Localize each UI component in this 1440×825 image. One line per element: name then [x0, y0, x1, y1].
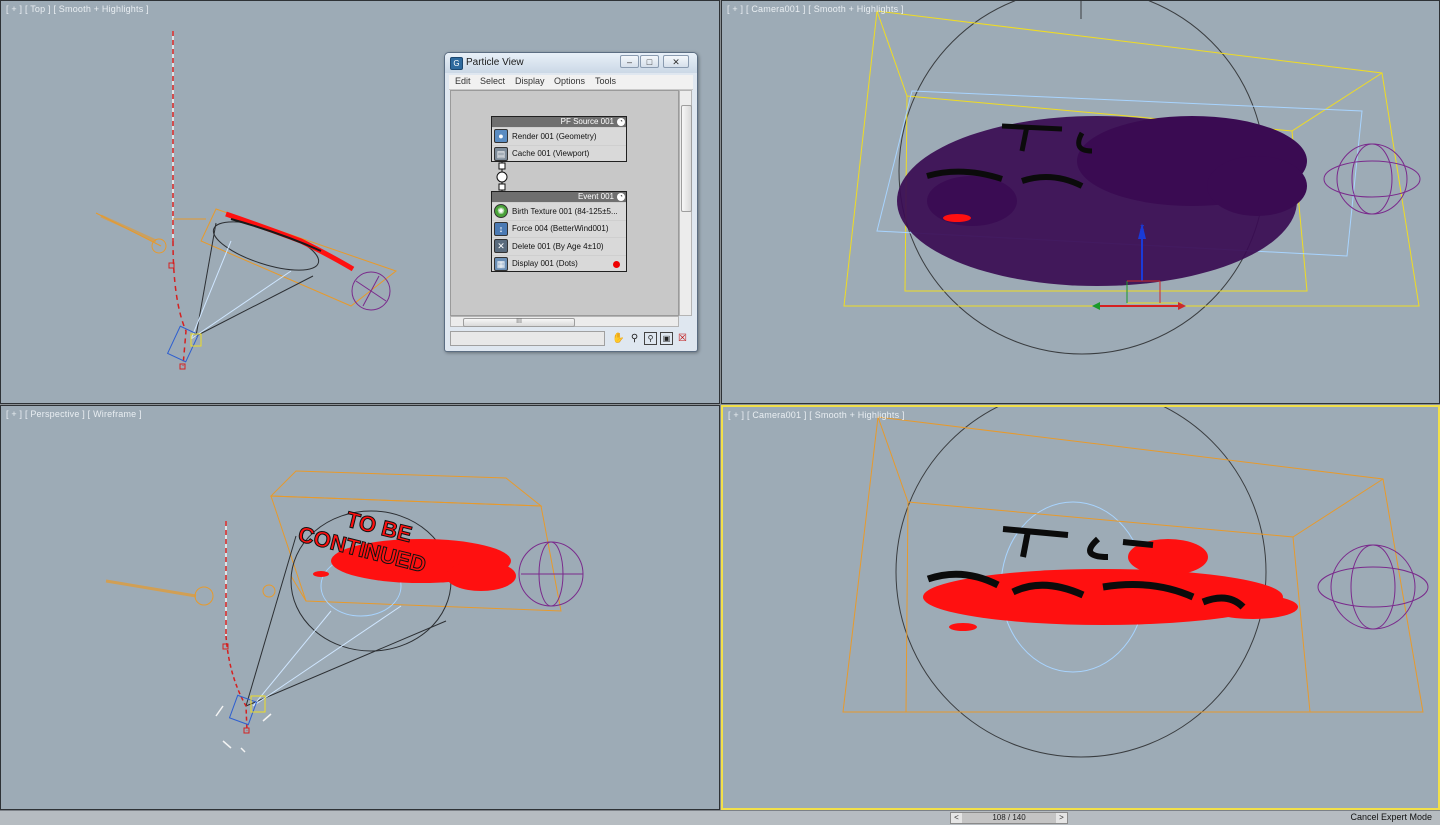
menu-edit[interactable]: Edit — [455, 76, 471, 86]
birth-icon: ✺ — [494, 204, 508, 219]
status-bar: ✋ ⚲ ⚲ ▣ ☒ — [449, 331, 693, 348]
cache-icon: ▤ — [494, 146, 508, 161]
perspective-scene: TO BE CONTINUED — [105, 470, 584, 753]
app-icon: G — [450, 57, 463, 70]
delete-icon: ✕ — [494, 239, 508, 254]
pf-source-node[interactable]: PF Source 001 ◔ ● Render 001 (Geometry) ▤ C… — [491, 116, 627, 162]
axis-z-label: Z — [1140, 225, 1145, 232]
next-frame-button[interactable]: > — [1056, 813, 1067, 823]
camera-view-scene: Z — [843, 1, 1421, 355]
operator-delete[interactable]: ✕ Delete 001 (By Age 4±10) — [492, 237, 626, 255]
render-icon: ● — [494, 129, 508, 144]
viewport-camera-active[interactable]: [ + ] [ Camera001 ] [ Smooth + Highlight… — [721, 405, 1440, 810]
time-slider[interactable]: < 108 / 140 > — [950, 812, 1068, 824]
particle-view-window[interactable]: G Particle View – □ ✕ Edit Select Displa… — [444, 52, 698, 352]
viewport-perspective[interactable]: TO BE CONTINUED [ + ] [ Perspective ] [ … — [0, 405, 720, 810]
display-icon: ▦ — [494, 256, 508, 271]
menu-display[interactable]: Display — [515, 76, 545, 86]
viewport-camera-top[interactable]: Z [ + ] [ Camera001 ] [ Smooth + Highlig… — [721, 0, 1440, 404]
close-button[interactable]: ✕ — [663, 55, 689, 68]
operator-display[interactable]: ▦ Display 001 (Dots) — [492, 254, 626, 273]
node-toggle-icon[interactable]: ◔ — [617, 118, 625, 126]
vertical-scrollbar[interactable] — [679, 90, 692, 316]
cancel-expert-mode-button[interactable]: Cancel Expert Mode — [1350, 812, 1432, 822]
prev-frame-button[interactable]: < — [951, 813, 962, 823]
particle-flow-canvas[interactable]: PF Source 001 ◔ ● Render 001 (Geometry) ▤ C… — [450, 90, 679, 316]
viewport-label[interactable]: [ + ] [ Camera001 ] [ Smooth + Highlight… — [727, 4, 904, 14]
scroll-thumb[interactable]: III — [463, 318, 575, 327]
operator-birth-texture[interactable]: ✺ Birth Texture 001 (84-125±5... — [492, 202, 626, 220]
pan-icon[interactable]: ✋ — [612, 332, 625, 345]
viewport-label[interactable]: [ + ] [ Perspective ] [ Wireframe ] — [6, 409, 142, 419]
node-toggle-icon[interactable]: ◔ — [617, 193, 625, 201]
display-color-swatch[interactable] — [613, 260, 620, 268]
camera-render-scene — [842, 407, 1429, 758]
maximize-button[interactable]: □ — [640, 55, 659, 68]
menu-bar: Edit Select Display Options Tools — [449, 75, 693, 90]
viewport-label[interactable]: [ + ] [ Camera001 ] [ Smooth + Highlight… — [728, 410, 905, 420]
zoom-icon[interactable]: ⚲ — [628, 332, 641, 345]
menu-options[interactable]: Options — [554, 76, 585, 86]
viewport-label[interactable]: [ + ] [ Top ] [ Smooth + Highlights ] — [6, 4, 149, 14]
menu-tools[interactable]: Tools — [595, 76, 616, 86]
window-title: Particle View — [466, 57, 524, 68]
zoom-extents-icon[interactable]: ▣ — [660, 332, 673, 345]
force-icon: ↕ — [494, 221, 508, 236]
frame-counter[interactable]: 108 / 140 — [962, 813, 1056, 823]
operator-cache[interactable]: ▤ Cache 001 (Viewport) — [492, 144, 626, 163]
node-title: PF Source 001 — [560, 117, 614, 126]
scroll-thumb[interactable] — [681, 105, 692, 212]
zoom-region-icon[interactable]: ⚲ — [644, 332, 657, 345]
title-bar[interactable]: G Particle View – □ ✕ — [445, 53, 697, 73]
bottom-bar: < 108 / 140 > Cancel Expert Mode — [0, 810, 1440, 825]
status-field — [450, 331, 605, 346]
event-node[interactable]: Event 001 ◔ ✺ Birth Texture 001 (84-125±5.… — [491, 191, 627, 272]
menu-select[interactable]: Select — [480, 76, 505, 86]
node-title: Event 001 — [577, 192, 614, 201]
operator-force[interactable]: ↕ Force 004 (BetterWind001) — [492, 219, 626, 238]
minimize-button[interactable]: – — [620, 55, 639, 68]
operator-render[interactable]: ● Render 001 (Geometry) — [492, 127, 626, 145]
delete-view-icon[interactable]: ☒ — [676, 332, 689, 345]
horizontal-scrollbar[interactable]: III — [450, 316, 679, 327]
